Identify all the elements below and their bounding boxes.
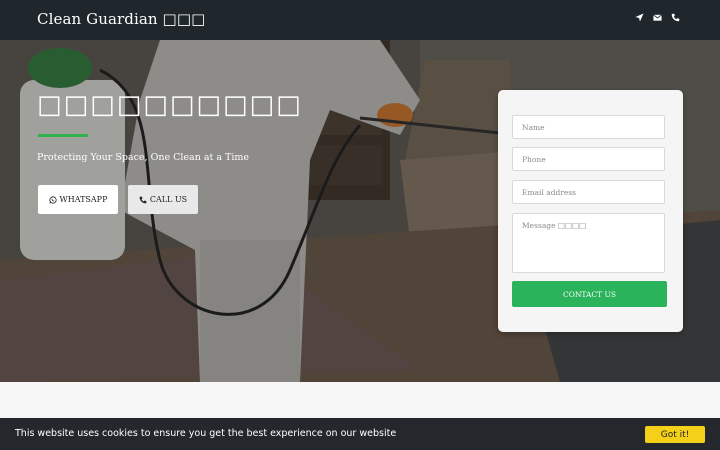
contact-form: Name Phone Email address Message □□□□ CO… <box>498 90 683 332</box>
content-section <box>0 382 720 418</box>
message-textarea[interactable]: Message □□□□ <box>512 213 665 273</box>
hero-section: □□□□□□□□□□ Protecting Your Space, One Cl… <box>0 40 720 382</box>
whatsapp-icon <box>48 195 57 204</box>
hero-title-underline <box>38 134 88 137</box>
phone-input[interactable]: Phone <box>512 147 665 171</box>
cookie-accept-button[interactable]: Got it! <box>645 426 705 443</box>
email-input[interactable]: Email address <box>512 180 665 204</box>
call-us-button-label: CALL US <box>149 195 188 204</box>
top-navbar: Clean Guardian □□□ <box>0 0 720 40</box>
location-arrow-icon[interactable] <box>635 13 644 22</box>
whatsapp-button-label: WHATSAPP <box>59 195 108 204</box>
name-input[interactable]: Name <box>512 115 665 139</box>
cookie-consent-bar: This website uses cookies to ensure you … <box>0 418 720 450</box>
cookie-message: This website uses cookies to ensure you … <box>15 428 397 439</box>
hero-title: □□□□□□□□□□ <box>37 90 303 120</box>
phone-icon <box>139 196 147 203</box>
phone-icon[interactable] <box>671 13 680 22</box>
call-us-button[interactable]: CALL US <box>128 185 198 214</box>
whatsapp-button[interactable]: WHATSAPP <box>38 185 118 214</box>
hero-tagline: Protecting Your Space, One Clean at a Ti… <box>37 152 250 163</box>
envelope-icon[interactable] <box>653 13 662 22</box>
contact-us-button[interactable]: CONTACT US <box>512 281 667 307</box>
nav-icons <box>635 13 680 22</box>
brand-logo-text[interactable]: Clean Guardian □□□ <box>37 10 205 28</box>
